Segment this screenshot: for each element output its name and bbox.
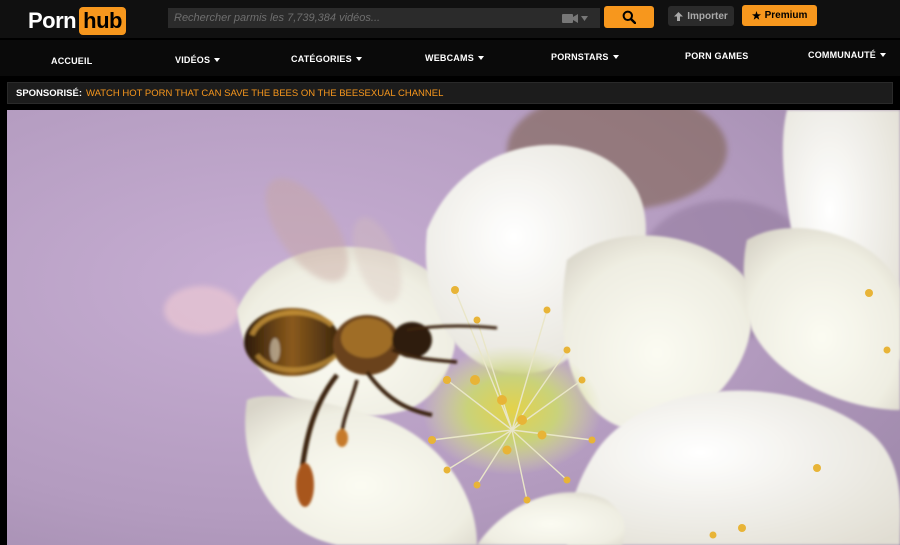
nav-item-label: PORNSTARS <box>551 52 609 62</box>
upload-label: Importer <box>687 10 728 22</box>
nav-item-community[interactable]: COMMUNAUTÉ <box>808 50 886 60</box>
search-type-dropdown[interactable] <box>562 10 594 26</box>
chevron-down-icon <box>355 57 362 61</box>
nav-item-label: COMMUNAUTÉ <box>808 50 876 60</box>
logo-word: Porn <box>28 8 77 33</box>
nav-item-categories[interactable]: CATÉGORIES <box>291 54 362 64</box>
nav-item-videos[interactable]: VIDÉOS <box>175 55 221 65</box>
nav-item-label: CATÉGORIES <box>291 54 352 64</box>
upload-button[interactable]: Importer <box>668 6 734 26</box>
video-camera-icon <box>562 13 578 23</box>
nav-item-label: VIDÉOS <box>175 55 211 65</box>
search-icon <box>622 10 636 24</box>
nav-item-webcams[interactable]: WEBCAMS <box>425 53 484 63</box>
nav-item-porn-games[interactable]: PORN GAMES <box>685 51 749 61</box>
main-nav: ACCUEIL VIDÉOS CATÉGORIES WEBCAMS PORNST… <box>0 40 900 76</box>
sponsored-link[interactable]: WATCH HOT PORN THAT CAN SAVE THE BEES ON… <box>86 88 443 99</box>
chevron-down-icon <box>214 58 221 62</box>
site-logo[interactable]: Porn hub <box>28 6 126 36</box>
search-input[interactable] <box>168 8 600 28</box>
nav-item-label: ACCUEIL <box>51 56 93 66</box>
chevron-down-icon <box>477 56 484 60</box>
nav-item-label: WEBCAMS <box>425 53 474 63</box>
nav-item-home[interactable]: ACCUEIL <box>51 56 92 66</box>
chevron-down-icon <box>612 55 619 59</box>
video-player[interactable] <box>7 110 900 545</box>
upload-icon <box>674 11 684 21</box>
star-icon <box>751 11 761 20</box>
video-frame-image <box>7 110 900 545</box>
sponsored-banner: SPONSORISÉ: WATCH HOT PORN THAT CAN SAVE… <box>7 82 893 104</box>
premium-label: Premium <box>764 10 808 21</box>
chevron-down-icon <box>880 53 886 57</box>
premium-button[interactable]: Premium <box>742 5 817 26</box>
top-header: Porn hub Importer Premium <box>0 0 900 38</box>
search-button[interactable] <box>604 6 654 28</box>
nav-item-pornstars[interactable]: PORNSTARS <box>551 52 619 62</box>
chevron-down-icon <box>581 15 588 21</box>
logo-boxed-word: hub <box>79 7 126 35</box>
nav-item-label: PORN GAMES <box>685 51 749 61</box>
sponsored-label: SPONSORISÉ: <box>16 87 82 99</box>
